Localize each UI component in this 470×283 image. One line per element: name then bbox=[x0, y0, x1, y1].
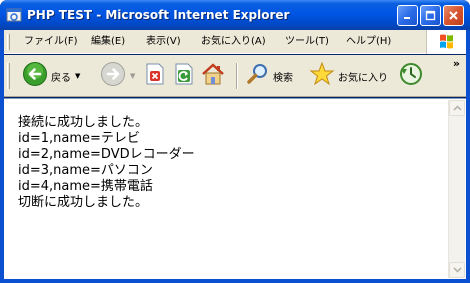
result-row: id=3,name=パソコン bbox=[18, 163, 153, 178]
search-label: 検索 bbox=[273, 72, 293, 84]
result-row: id=2,name=DVDレコーダー bbox=[18, 147, 195, 162]
scroll-up-button[interactable] bbox=[449, 100, 465, 116]
minimize-button[interactable] bbox=[397, 5, 418, 26]
back-button[interactable]: 戻る ▼ bbox=[22, 61, 80, 91]
history-icon bbox=[398, 61, 424, 91]
window-title: PHP TEST - Microsoft Internet Explorer bbox=[27, 8, 290, 22]
favorites-button[interactable]: お気に入り bbox=[309, 61, 388, 91]
window-frame-bottom bbox=[0, 279, 470, 283]
home-icon bbox=[200, 61, 226, 91]
refresh-button[interactable] bbox=[173, 61, 195, 91]
vertical-scrollbar[interactable] bbox=[448, 100, 465, 278]
result-row: id=1,name=テレビ bbox=[18, 131, 140, 146]
menu-bar: ファイル(F) 編集(E) 表示(V) お気に入り(A) ツール(T) ヘルプ(… bbox=[4, 30, 466, 54]
windows-logo-throbber bbox=[426, 30, 466, 54]
scroll-down-button[interactable] bbox=[449, 262, 465, 278]
title-bar[interactable]: PHP TEST - Microsoft Internet Explorer bbox=[0, 0, 470, 30]
favorites-star-icon bbox=[309, 61, 335, 91]
toolbar-separator bbox=[236, 63, 238, 89]
menu-help[interactable]: ヘルプ(H) bbox=[346, 33, 391, 51]
menu-tools[interactable]: ツール(T) bbox=[285, 33, 329, 51]
favorites-label: お気に入り bbox=[338, 72, 388, 84]
refresh-icon bbox=[173, 62, 195, 90]
standard-toolbar: 戻る ▼ ▼ 検索 お気に入り » bbox=[4, 55, 466, 97]
chevron-down-icon bbox=[452, 267, 462, 273]
search-button[interactable]: 検索 bbox=[246, 61, 293, 91]
page-body: 接続に成功しました。 id=1,name=テレビ id=2,name=DVDレコ… bbox=[18, 115, 438, 211]
window-frame-right bbox=[466, 30, 470, 283]
status-line-disconnect: 切断に成功しました。 bbox=[18, 195, 149, 210]
menu-file[interactable]: ファイル(F) bbox=[24, 33, 78, 51]
maximize-button[interactable] bbox=[420, 5, 441, 26]
home-button[interactable] bbox=[200, 61, 226, 91]
menu-edit[interactable]: 編集(E) bbox=[91, 33, 125, 51]
back-dropdown-arrow-icon[interactable]: ▼ bbox=[75, 72, 80, 80]
stop-icon bbox=[144, 62, 166, 90]
browser-window: PHP TEST - Microsoft Internet Explorer フ… bbox=[0, 0, 470, 283]
back-arrow-icon bbox=[22, 61, 48, 91]
menu-view[interactable]: 表示(V) bbox=[146, 33, 181, 51]
stop-button[interactable] bbox=[144, 61, 166, 91]
menu-grip[interactable] bbox=[7, 34, 10, 50]
forward-arrow-icon bbox=[100, 61, 126, 91]
toolbar-grip[interactable] bbox=[7, 63, 10, 89]
internet-explorer-icon bbox=[6, 7, 22, 23]
history-button[interactable] bbox=[398, 61, 424, 91]
search-icon bbox=[246, 62, 270, 90]
close-button[interactable] bbox=[443, 5, 464, 26]
page-content-frame: 接続に成功しました。 id=1,name=テレビ id=2,name=DVDレコ… bbox=[4, 98, 466, 279]
toolbar-chevron-icon[interactable]: » bbox=[453, 57, 460, 70]
result-row: id=4,name=携帯電話 bbox=[18, 179, 153, 194]
status-line-connect: 接続に成功しました。 bbox=[18, 115, 149, 130]
forward-button[interactable]: ▼ bbox=[100, 61, 135, 91]
back-label: 戻る bbox=[51, 72, 71, 84]
menu-favorites[interactable]: お気に入り(A) bbox=[201, 33, 266, 51]
chevron-up-icon bbox=[452, 105, 462, 111]
forward-dropdown-arrow-icon[interactable]: ▼ bbox=[130, 72, 135, 80]
